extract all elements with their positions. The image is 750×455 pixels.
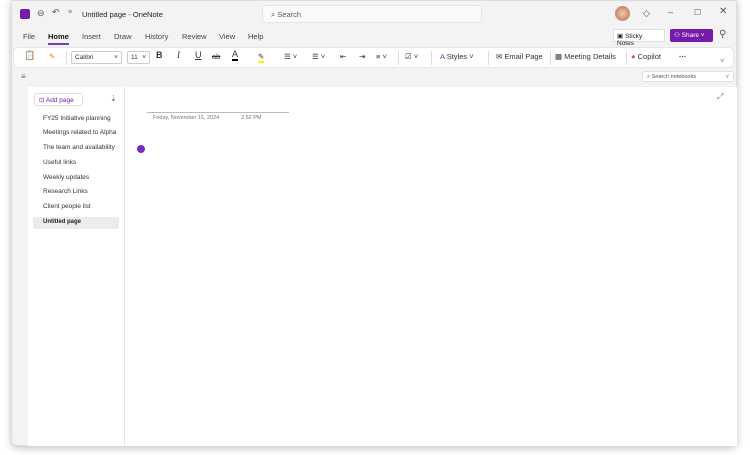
copilot-button[interactable]: ● Copilot xyxy=(631,52,661,61)
sticky-notes-button[interactable]: ▣ Sticky Notes xyxy=(613,29,665,47)
more-options-button[interactable]: ··· xyxy=(679,52,687,61)
italic-button[interactable]: I xyxy=(177,50,180,60)
window-title: Untitled page - OneNote xyxy=(82,10,163,19)
styles-icon: A xyxy=(440,52,445,61)
tab-view[interactable]: View xyxy=(219,32,235,41)
feedback-icon[interactable]: ⚲ xyxy=(719,29,726,40)
email-page-label: Email Page xyxy=(504,52,543,61)
tab-file[interactable]: File xyxy=(23,32,35,41)
close-button[interactable]: ✕ xyxy=(719,6,727,17)
diamond-icon[interactable]: ◇ xyxy=(643,8,650,19)
format-painter-icon[interactable]: ✎ xyxy=(49,52,55,61)
minimize-button[interactable]: – xyxy=(668,7,673,17)
share-label: Share xyxy=(681,32,699,39)
title-line xyxy=(147,112,289,113)
back-icon[interactable]: ⊖ xyxy=(37,8,45,19)
tab-help[interactable]: Help xyxy=(248,32,263,41)
styles-label: Styles xyxy=(446,52,468,61)
tag-icon[interactable]: ☑ ˅ xyxy=(405,52,418,61)
page-date: Friday, November 15, 2024 xyxy=(153,115,220,121)
page-item[interactable]: Research Links xyxy=(43,188,88,195)
copilot-note-icon[interactable] xyxy=(137,145,145,153)
tab-insert[interactable]: Insert xyxy=(82,32,101,41)
add-page-icon: ⊡ xyxy=(39,97,46,104)
maximize-button[interactable]: ☐ xyxy=(694,8,701,17)
meeting-details-label: Meeting Details xyxy=(564,52,616,61)
search-box[interactable]: ⌕ Search xyxy=(262,5,482,23)
quick-access-menu-icon[interactable]: ≡ xyxy=(68,9,72,16)
page-canvas[interactable]: Friday, November 15, 2024 2:52 PM ⤢ xyxy=(125,87,737,446)
calendar-icon: ▦ xyxy=(555,52,565,61)
page-time: 2:52 PM xyxy=(241,115,262,121)
page-list: ⊡ Add page ⇣ FY25 Initiative planning Me… xyxy=(28,87,125,446)
font-value: Calibri xyxy=(75,54,94,61)
tab-history[interactable]: History xyxy=(145,32,168,41)
add-page-label: Add page xyxy=(45,97,74,104)
copilot-icon: ● xyxy=(631,52,636,61)
indent-icon[interactable]: ⇥ xyxy=(359,52,365,61)
expand-icon[interactable]: ⤢ xyxy=(717,92,723,102)
share-icon: ⚇ xyxy=(674,32,682,39)
share-button[interactable]: ⚇ Share ˅ xyxy=(670,29,713,42)
align-icon[interactable]: ≡ ˅ xyxy=(376,52,387,61)
bullets-icon[interactable]: ☰ ˅ xyxy=(284,52,297,61)
onenote-window: ⊖ ↶ ≡ Untitled page - OneNote ⌕ Search ◇… xyxy=(11,0,737,446)
page-item[interactable]: Meetings related to Alpha xyxy=(43,129,116,136)
numbering-icon[interactable]: ☰ ˅ xyxy=(312,52,325,61)
hamburger-menu-icon[interactable]: ≡ xyxy=(21,72,26,81)
sort-icon[interactable]: ⇣ xyxy=(110,94,117,103)
collapse-ribbon-icon[interactable]: ˅ xyxy=(720,56,724,65)
avatar[interactable] xyxy=(615,6,630,21)
bold-button[interactable]: B xyxy=(156,50,163,60)
undo-icon[interactable]: ↶ xyxy=(52,7,60,18)
tab-draw[interactable]: Draw xyxy=(114,32,132,41)
font-size-select[interactable]: 11 ˅ xyxy=(127,51,150,64)
strikethrough-button[interactable]: ab xyxy=(212,52,220,61)
styles-button[interactable]: A Styles ˅ xyxy=(440,52,474,61)
highlight-icon[interactable]: ✎ xyxy=(258,52,265,63)
underline-button[interactable]: U xyxy=(195,50,202,60)
tab-home[interactable]: Home xyxy=(48,32,69,45)
onenote-logo-icon xyxy=(20,9,30,19)
email-page-button[interactable]: ✉ Email Page xyxy=(496,52,543,61)
page-item-selected[interactable]: Untitled page xyxy=(33,217,119,229)
search-notebooks-placeholder: Search notebooks xyxy=(651,74,696,80)
paste-icon[interactable]: 📋 xyxy=(24,50,35,61)
font-size-value: 11 xyxy=(131,54,138,61)
add-page-button[interactable]: ⊡ Add page xyxy=(34,93,83,106)
page-item[interactable]: FY25 Initiative planning xyxy=(43,115,111,122)
search-placeholder: Search xyxy=(277,10,302,19)
page-item[interactable]: Useful links xyxy=(43,159,76,166)
ribbon: 📋 ✎ Calibri ˅ 11 ˅ B I U ab A ✎ ☰ ˅ ☰ ˅ ⇤ … xyxy=(13,47,734,68)
page-item[interactable]: Weekly updates xyxy=(43,174,89,181)
tab-review[interactable]: Review xyxy=(182,32,207,41)
copilot-label: Copilot xyxy=(637,52,661,61)
font-color-button[interactable]: A xyxy=(232,49,239,61)
page-item[interactable]: The team and availability xyxy=(43,144,115,151)
font-select[interactable]: Calibri ˅ xyxy=(71,51,122,64)
page-item[interactable]: Client people list xyxy=(43,203,91,210)
search-notebooks-box[interactable]: ⌕ Search notebooks ˅ xyxy=(642,71,734,82)
sticky-notes-icon: ▣ xyxy=(617,33,625,40)
meeting-details-button[interactable]: ▦ Meeting Details xyxy=(555,52,616,61)
outdent-icon[interactable]: ⇤ xyxy=(340,52,346,61)
